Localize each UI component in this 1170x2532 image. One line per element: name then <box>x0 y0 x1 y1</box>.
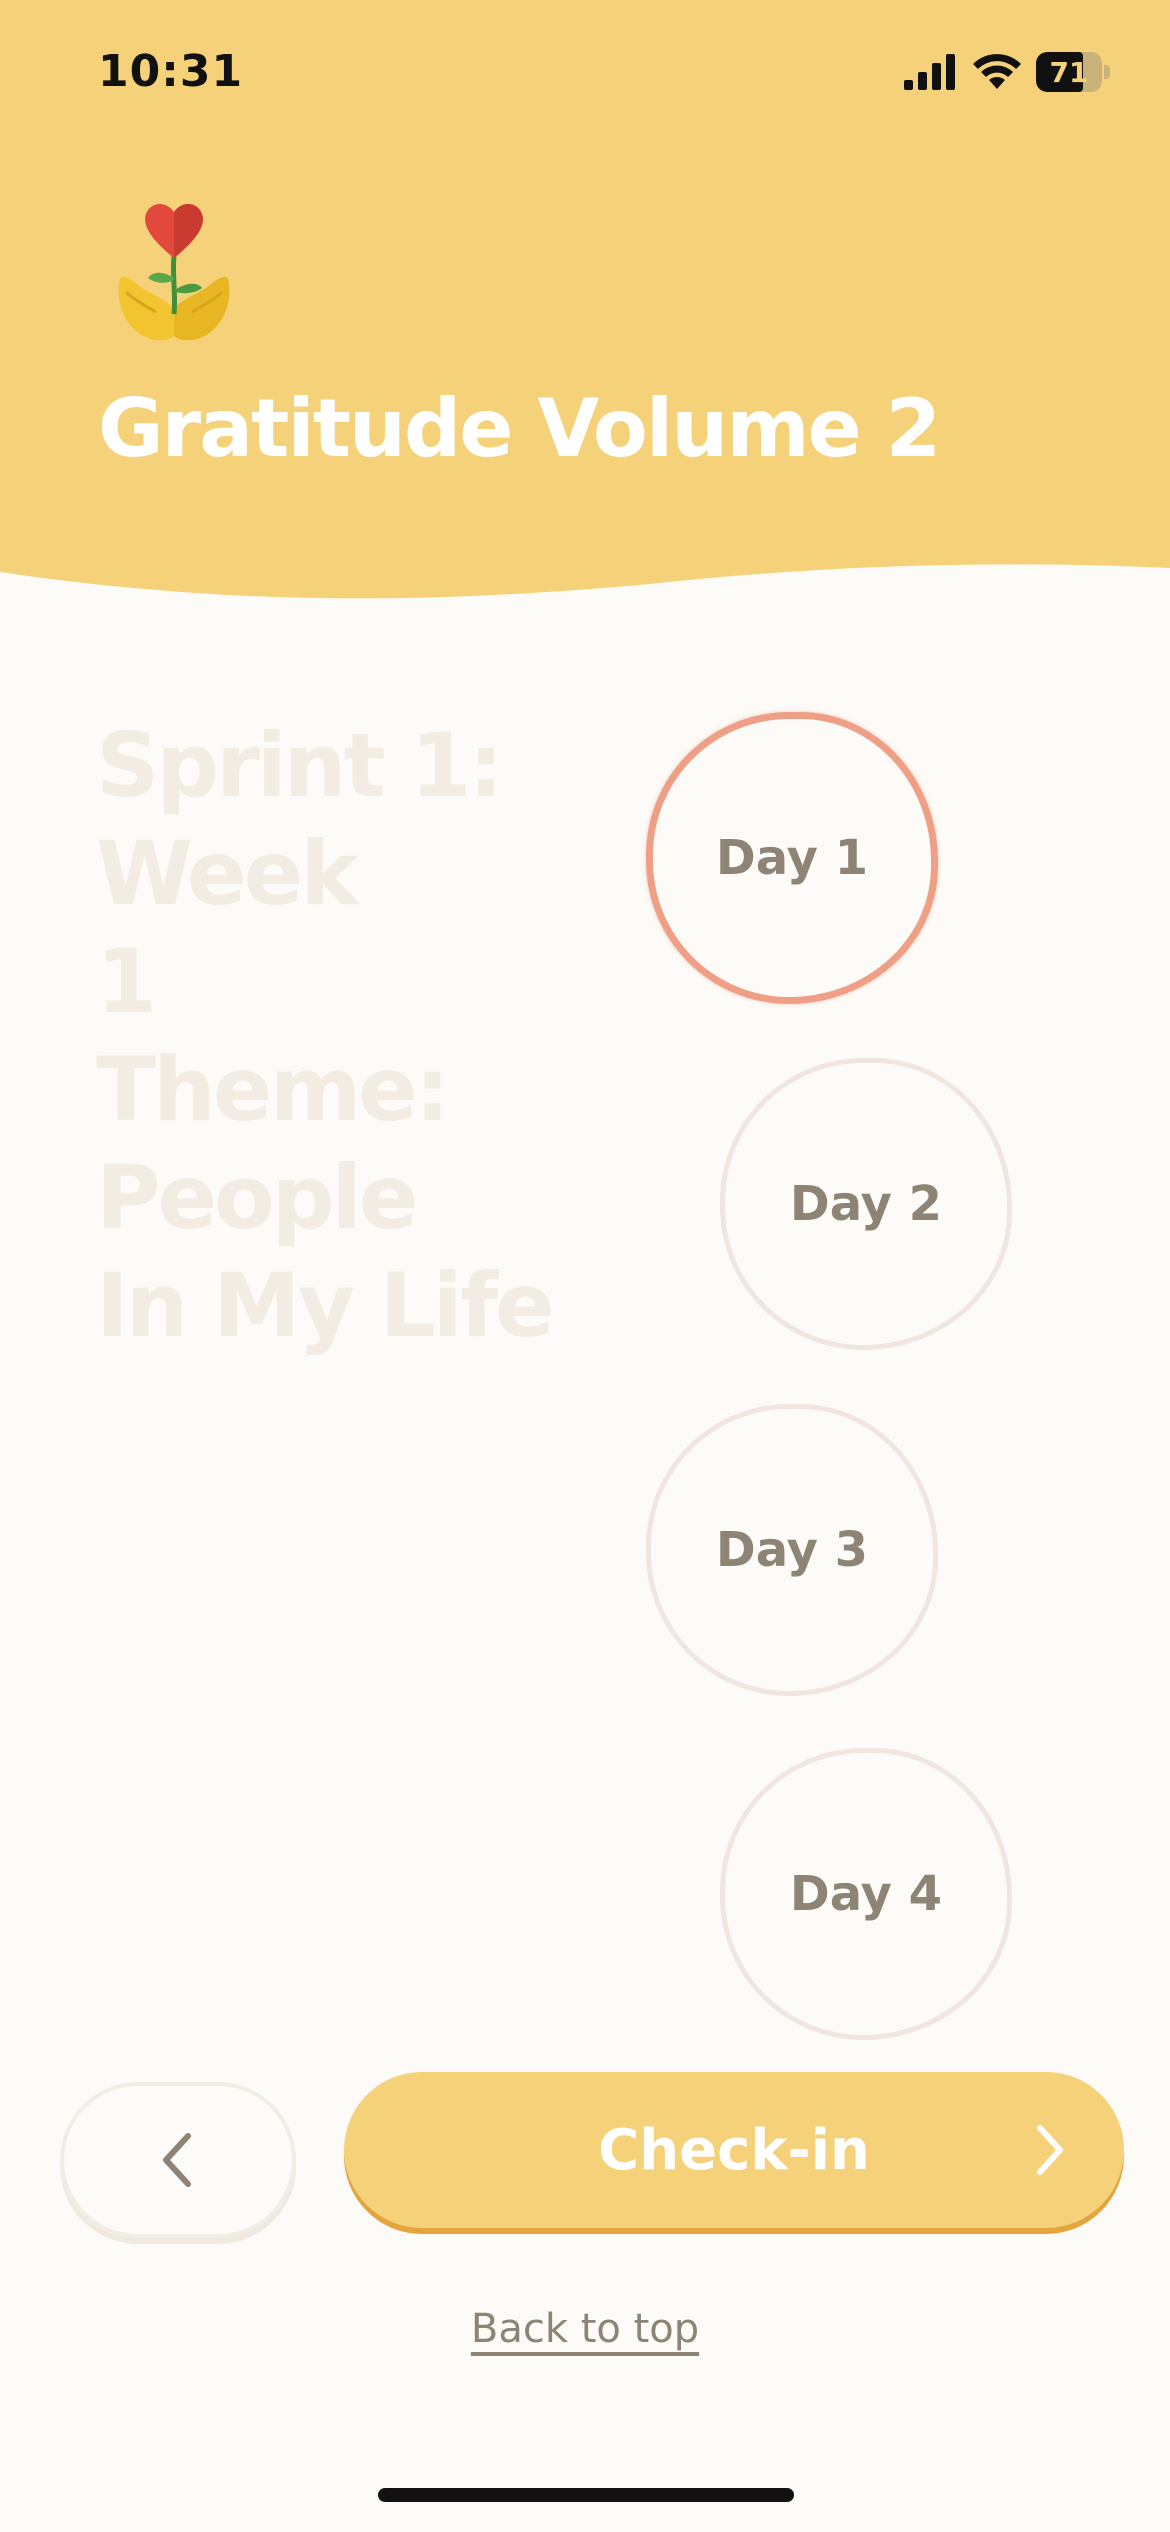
home-indicator <box>378 2488 794 2502</box>
battery-icon: 71 <box>1036 52 1102 92</box>
heart-plant-hands-icon <box>118 203 230 341</box>
day-label: Day 4 <box>789 1866 943 1922</box>
day-label: Day 2 <box>789 1176 943 1232</box>
back-button[interactable] <box>60 2082 296 2238</box>
chevron-left-icon <box>163 2133 191 2187</box>
day-1-button[interactable]: Day 1 <box>646 712 938 1004</box>
back-to-top-link[interactable]: Back to top <box>471 2306 699 2352</box>
checkin-button[interactable]: Check-in <box>344 2072 1124 2228</box>
checkin-label: Check-in <box>598 2117 870 2183</box>
day-3-button[interactable]: Day 3 <box>646 1404 938 1696</box>
status-time: 10:31 <box>98 46 244 97</box>
screen: 10:31 71 Gratitude Volume 2 Sprint 1: We… <box>0 0 1170 2532</box>
cellular-signal-icon <box>904 54 955 90</box>
status-icons: 71 <box>904 52 1110 92</box>
day-label: Day 1 <box>715 830 869 886</box>
day-4-button[interactable]: Day 4 <box>720 1748 1012 2040</box>
battery-tip <box>1104 65 1110 79</box>
battery-level: 71 <box>1049 55 1089 89</box>
day-label: Day 3 <box>715 1522 869 1578</box>
page-title: Gratitude Volume 2 <box>98 382 941 475</box>
chevron-right-icon <box>1037 2125 1063 2175</box>
back-to-top-container: Back to top <box>0 2306 1170 2352</box>
sprint-heading: Sprint 1: Week 1 Theme: People In My Lif… <box>96 714 555 1357</box>
day-2-button[interactable]: Day 2 <box>720 1058 1012 1350</box>
wifi-icon <box>973 54 1021 89</box>
